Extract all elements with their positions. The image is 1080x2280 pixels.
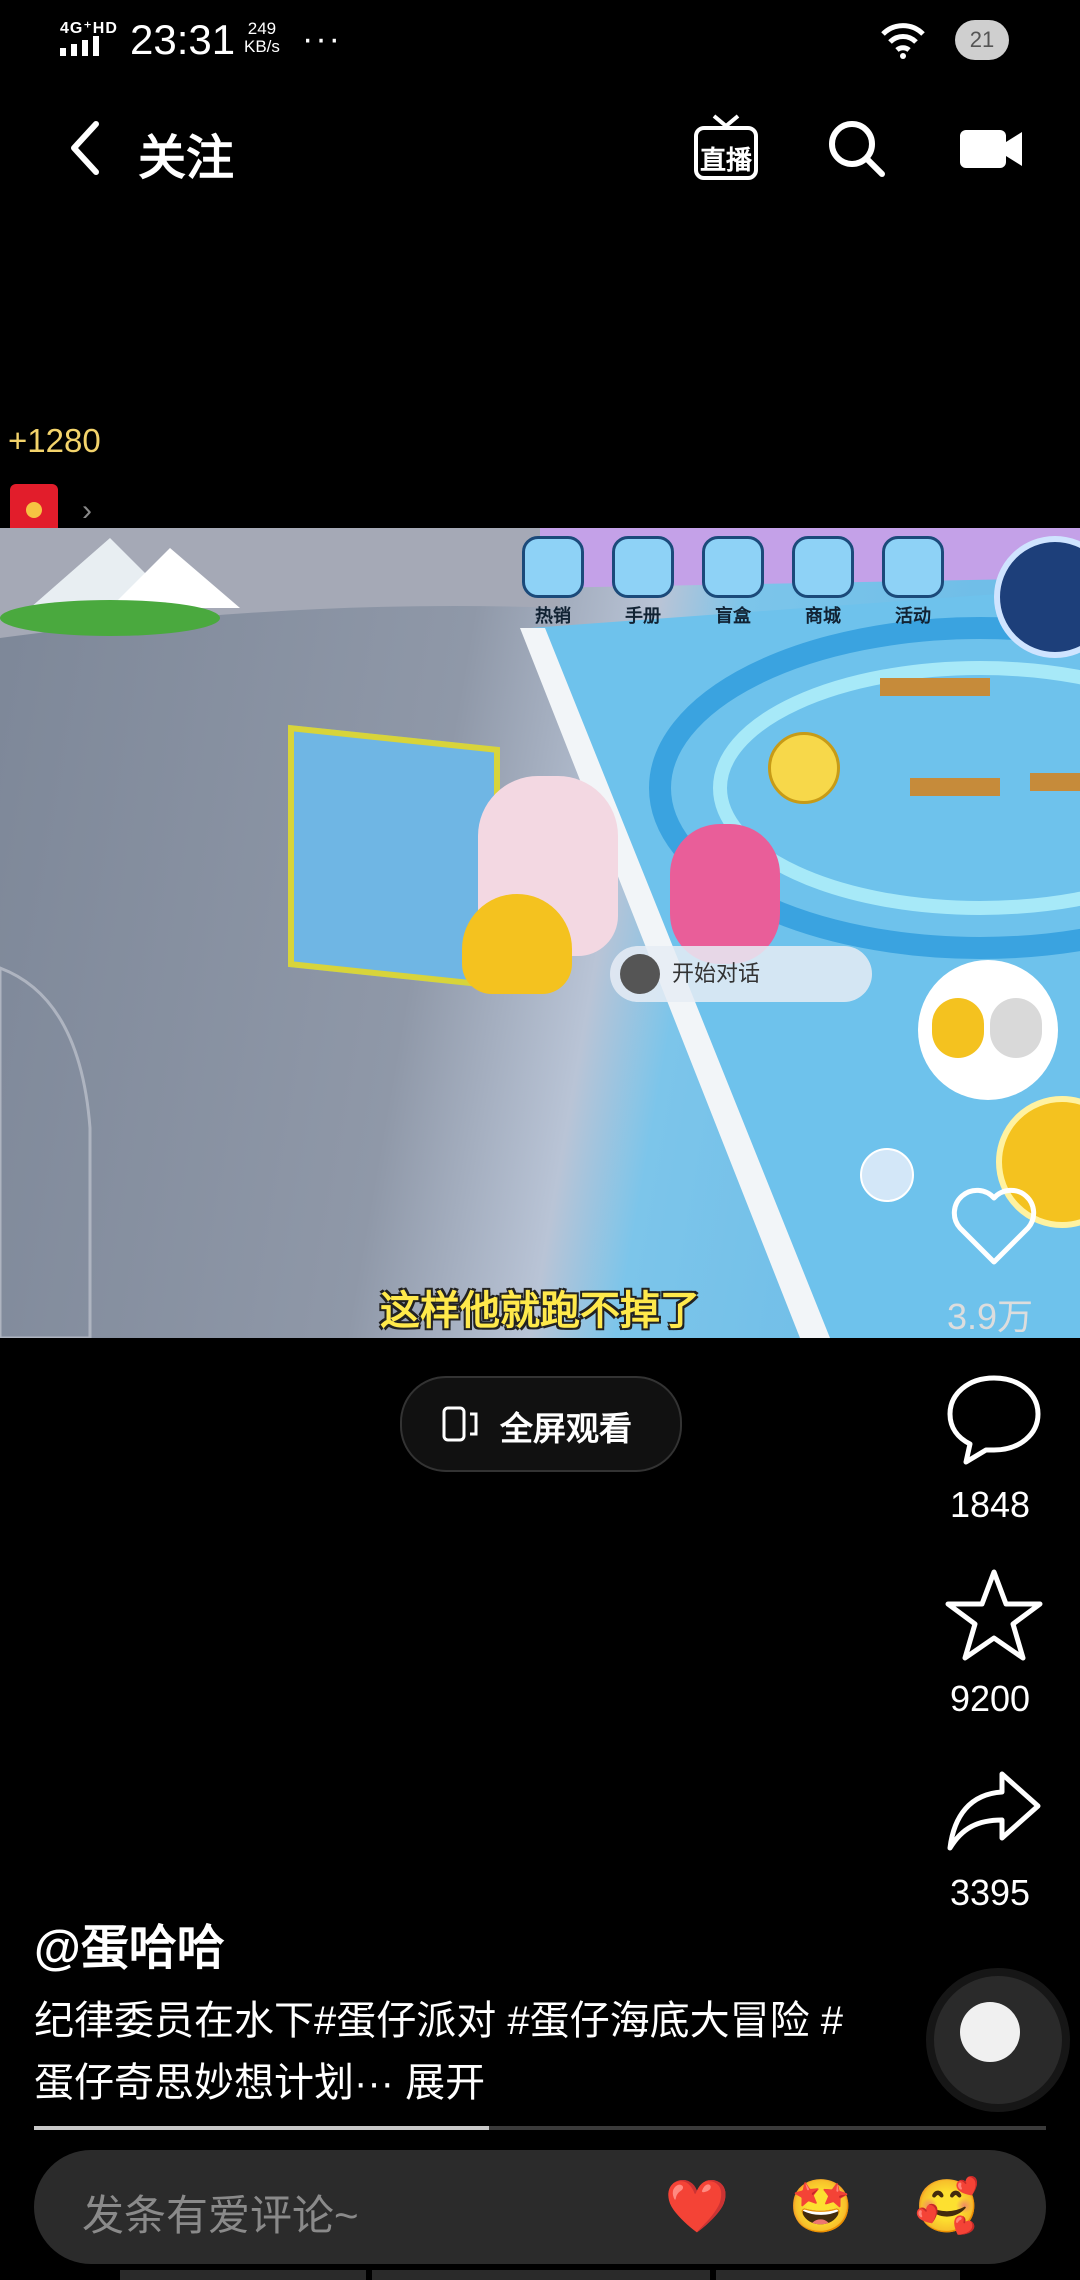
- game-menu-label: 商城: [805, 606, 841, 626]
- game-menu-activity: 活动: [880, 536, 946, 628]
- page-title[interactable]: 关注: [138, 118, 234, 188]
- like-count: 3.9万: [946, 1296, 1034, 1337]
- favorite-count: 9200: [949, 1678, 1031, 1719]
- video-progress-bar[interactable]: [34, 2126, 1046, 2130]
- status-bar: 4G⁺HD 23:31 249 KB/s ··· 21: [0, 0, 1080, 80]
- nav-segment: [120, 2270, 366, 2280]
- coin-reward[interactable]: +1280: [8, 422, 101, 460]
- search-icon[interactable]: [826, 118, 886, 178]
- bubble-icon: [860, 1148, 914, 1202]
- battery-icon: 21: [955, 20, 1009, 60]
- speed-value: 249: [247, 19, 277, 38]
- star-eyes-emoji-button[interactable]: 🤩: [786, 2172, 856, 2242]
- game-menu-handbook: 手册: [610, 536, 676, 628]
- live-label: 直播: [699, 145, 752, 175]
- video-player[interactable]: 热销 手册 盲盒 商城 活动 开始对话 这样他就跑不掉了: [0, 528, 1080, 1338]
- fullscreen-button[interactable]: 全屏观看: [400, 1376, 682, 1472]
- live-button[interactable]: 直播: [694, 112, 758, 182]
- comment-input[interactable]: 发条有爱评论~ ❤️ 🤩 🥰: [34, 2150, 1046, 2264]
- game-menu-label: 热销: [535, 606, 571, 626]
- heart-emoji-button[interactable]: ❤️: [662, 2172, 732, 2242]
- game-menu-shop: 商城: [790, 536, 856, 628]
- nav-segment: [716, 2270, 960, 2280]
- chevron-left-icon[interactable]: [64, 118, 104, 178]
- dizzy-emoji-icon: [768, 732, 840, 804]
- camera-icon[interactable]: [958, 126, 1024, 172]
- fullscreen-label: 全屏观看: [500, 1410, 632, 1447]
- game-menu-blindbox: 盲盒: [700, 536, 766, 628]
- comment-icon[interactable]: [944, 1370, 1044, 1470]
- author-name[interactable]: @蛋哈哈: [34, 1908, 225, 1978]
- network-type: 4G⁺HD: [60, 20, 118, 37]
- game-menu-label: 活动: [895, 606, 931, 626]
- chat-dots-icon: [620, 954, 660, 994]
- chevron-right-icon[interactable]: ›: [82, 494, 92, 528]
- hug-emoji-button[interactable]: 🥰: [912, 2172, 982, 2242]
- game-menu-hot: 热销: [520, 536, 586, 628]
- comment-count: 1848: [949, 1484, 1031, 1525]
- rotate-screen-icon: [442, 1406, 478, 1442]
- more-notifications-icon: ···: [302, 20, 342, 58]
- comment-placeholder: 发条有爱评论~: [82, 2192, 359, 2239]
- signal-icon: [60, 36, 99, 56]
- helmet-character: [462, 894, 572, 994]
- music-disc[interactable]: [926, 1968, 1070, 2112]
- talk-label: 开始对话: [672, 961, 761, 986]
- clock: 23:31: [130, 16, 236, 63]
- share-icon[interactable]: [944, 1760, 1044, 1860]
- speed-unit: KB/s: [244, 37, 280, 56]
- post-description: 纪律委员在水下#蛋仔派对 #蛋仔海底大冒险 #蛋仔奇思妙想计划··· 展开: [34, 1990, 874, 2114]
- game-menu-label: 手册: [625, 606, 661, 626]
- heart-icon[interactable]: [944, 1176, 1044, 1276]
- pink-hair-character: [670, 824, 780, 964]
- expand-link[interactable]: 展开: [405, 2061, 485, 2105]
- star-icon[interactable]: [944, 1566, 1044, 1666]
- game-menu-label: 盲盒: [715, 606, 751, 626]
- wifi-icon: [881, 23, 925, 59]
- network-speed: 249 KB/s: [244, 20, 280, 56]
- game-menu: 热销 手册 盲盒 商城 活动: [520, 536, 946, 628]
- share-count: 3395: [949, 1872, 1031, 1913]
- progress-fill: [34, 2126, 490, 2130]
- music-avatar: [960, 2002, 1020, 2062]
- video-subtitle: 这样他就跑不掉了: [380, 1289, 700, 1333]
- start-talk-button: 开始对话: [610, 946, 872, 1002]
- nav-segment: [372, 2270, 710, 2280]
- characters-avatar: [918, 960, 1058, 1100]
